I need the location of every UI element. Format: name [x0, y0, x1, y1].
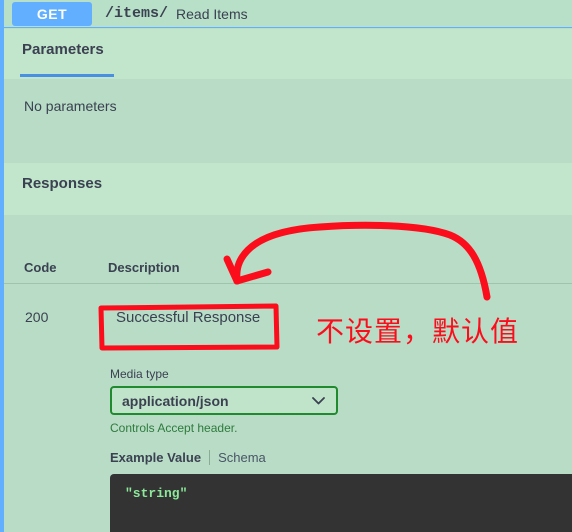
tab-separator: [209, 450, 211, 465]
parameters-section-header: Parameters: [4, 29, 572, 79]
column-header-description: Description: [108, 260, 180, 275]
response-description: Successful Response: [116, 309, 261, 326]
example-value-code-block[interactable]: "string": [110, 474, 572, 532]
column-header-code: Code: [24, 260, 57, 275]
response-code: 200: [25, 309, 49, 325]
media-type-select[interactable]: application/json: [110, 386, 338, 415]
annotation-note-text: 不设置，默认值: [316, 315, 520, 348]
operation-block: GET /items/ Read Items Parameters No par…: [0, 0, 572, 532]
example-tabs: Example Value Schema: [110, 450, 266, 465]
operation-path: /items/: [105, 5, 169, 22]
tab-schema[interactable]: Schema: [218, 450, 266, 465]
media-type-selected-value: application/json: [122, 392, 229, 409]
operation-summary: Read Items: [176, 5, 248, 22]
example-value-code-text: "string": [125, 486, 188, 501]
media-type-label: Media type: [110, 367, 169, 381]
media-type-hint: Controls Accept header.: [110, 421, 238, 435]
http-method-badge: GET: [12, 1, 92, 26]
parameters-tab-underline: [20, 74, 114, 77]
parameters-tab[interactable]: Parameters: [22, 41, 104, 58]
tab-example-value[interactable]: Example Value: [110, 450, 201, 465]
chevron-down-icon: [312, 396, 325, 405]
no-parameters-text: No parameters: [24, 98, 117, 114]
responses-section-header: Responses: [4, 163, 572, 215]
responses-title: Responses: [22, 175, 103, 192]
operation-header[interactable]: GET /items/ Read Items: [4, 0, 572, 28]
parameters-body: No parameters: [4, 79, 572, 163]
responses-table-header: Code Description: [4, 260, 572, 284]
responses-body: Code Description 200 Successful Response…: [4, 215, 572, 532]
